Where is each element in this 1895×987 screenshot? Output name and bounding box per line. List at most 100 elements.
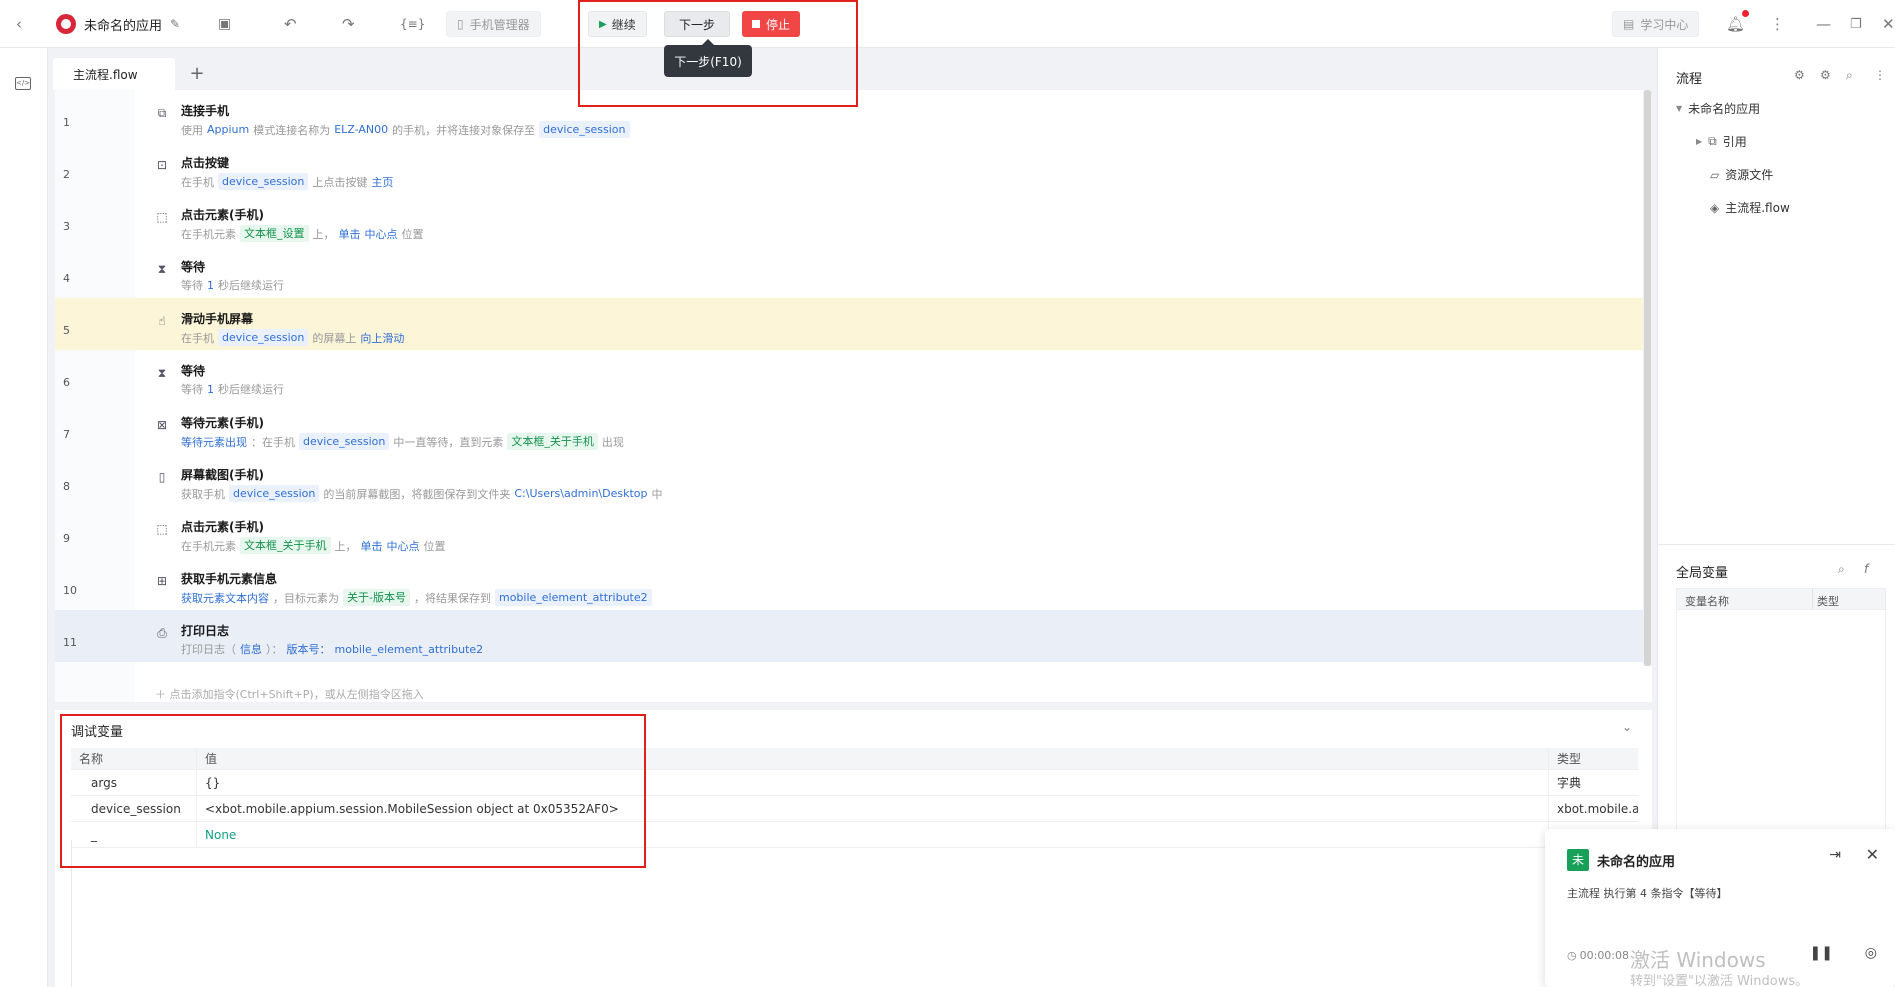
step-param[interactable]: 获取元素文本内容 [181,590,269,606]
step-text: 的手机，并将连接对象保存至 [392,123,536,137]
step-param[interactable]: 中心点 [365,226,398,242]
step-text: 的当前屏幕截图，将截图保存到文件夹 [323,487,511,501]
step-param[interactable]: device_session [229,485,320,502]
step-param[interactable]: 文本框_关于手机 [507,433,598,450]
settings-icon[interactable]: ◎ [1865,945,1877,961]
step-param[interactable]: mobile_element_attribute2 [494,589,652,606]
tree-item-resources[interactable]: ▱ 资源文件 [1710,166,1773,183]
function-icon[interactable]: f [1864,562,1868,576]
app-window: ‹ 未命名的应用 ✎ ▣ ↶ ↷ {≡} ▯ 手机管理器 ▶ 继续 下一步 停止… [0,0,1895,987]
flow-step-row[interactable]: 6 ⧗ 等待 等待 1 秒后继续运行 [55,350,1643,402]
debug-panel-title: 调试变量 [71,725,124,740]
step-param[interactable]: device_session [218,329,309,346]
save-icon[interactable]: ▣ [218,14,231,34]
step-text: ）： [266,643,283,656]
add-tab-icon[interactable]: + [185,62,209,86]
add-resource-icon[interactable]: ⚙ [1820,68,1831,82]
next-step-button[interactable]: 下一步 [664,11,730,37]
rename-pencil-icon[interactable]: ✎ [170,14,180,34]
restore-icon[interactable]: ❐ [1850,14,1862,34]
flow-step-row[interactable]: 2 ⊡ 点击按键 在手机 device_session 上点击按键 主页 [55,142,1643,194]
phone-manager-button[interactable]: ▯ 手机管理器 [446,11,541,37]
toast-message: 主流程 执行第 4 条指令【等待】 [1567,887,1728,900]
table-row[interactable]: args {} 字典 [71,770,1638,796]
step-description: 在手机元素 文本框_关于手机 上， 单击 中心点 位置 [181,537,450,554]
flow-step-row[interactable]: 5 ☝ 滑动手机屏幕 在手机 device_session 的屏幕上 向上滑动 [55,298,1643,350]
step-text: ：在手机 [251,435,295,449]
print-log-icon: ⎙ [157,626,167,640]
close-icon[interactable]: ✕ [1882,14,1895,34]
step-param[interactable]: C:\Users\admin\Desktop [514,487,647,500]
step-description: 等待 1 秒后继续运行 [181,381,288,397]
learning-center-button[interactable]: ▤ 学习中心 [1612,11,1700,37]
step-param[interactable]: 1 [207,383,214,396]
step-param[interactable]: device_session [218,173,309,190]
flow-step-row[interactable]: 10 ⊞ 获取手机元素信息 获取元素文本内容 ，目标元素为 关于-版本号 ，将结果保存到 mo… [55,558,1643,610]
step-param[interactable]: 主页 [371,174,393,190]
table-row[interactable]: _ None [71,822,1638,848]
stop-label: 停止 [766,17,791,32]
code-panel-icon[interactable]: </> [15,77,31,90]
pin-to-side-icon[interactable]: ⇥ [1829,847,1841,863]
step-param[interactable]: 信息 [240,641,262,657]
search-icon[interactable]: ⌕ [1846,68,1853,83]
flow-step-row[interactable]: 1 ⧉ 连接手机 使用 Appium 模式连接名称为 ELZ-AN00 的手机，并将连接对象保… [55,90,1643,142]
step-param[interactable]: 1 [207,279,214,292]
add-flow-icon[interactable]: ⚙ [1794,68,1805,82]
editor-scrollbar[interactable] [1643,90,1652,666]
step-text: 中 [651,487,663,501]
step-param[interactable]: 向上滑动 [360,330,404,346]
step-param[interactable]: 等待元素出现 [181,434,247,450]
flow-panel-title: 流程 [1676,72,1703,87]
back-icon[interactable]: ‹ [16,14,22,34]
bell-icon[interactable]: 🔔︎ [1726,14,1745,34]
step-param[interactable]: 单击 [339,226,361,242]
tab-main-flow[interactable]: 主流程.flow [53,58,175,90]
flow-step-row[interactable]: 3 ⬚ 点击元素(手机) 在手机元素 文本框_设置 上， 单击 中心点 位置 [55,194,1643,246]
toast-timer: ◷ 00:00:08 [1567,949,1629,962]
pause-icon[interactable]: ❚❚ [1810,945,1833,961]
flow-step-row[interactable]: 4 ⧗ 等待 等待 1 秒后继续运行 [55,246,1643,298]
continue-button[interactable]: ▶ 继续 [588,11,647,37]
play-icon: ▶ [599,18,607,30]
flow-step-row[interactable]: 11 ⎙ 打印日志 打印日志（ 信息 ）： 版本号： mobile_element_attri… [55,610,1643,662]
activation-watermark: 激活 Windows [1630,948,1766,972]
step-param[interactable]: 文本框_设置 [240,225,309,242]
column-separator [1812,589,1813,609]
step-param[interactable]: 文本框_关于手机 [240,537,331,554]
search-icon[interactable]: ⌕ [1838,562,1845,577]
undo-icon[interactable]: ↶ [284,14,297,34]
add-instruction-hint[interactable]: ＋ 点击添加指令(Ctrl+Shift+P)，或从左侧指令区拖入 [155,686,424,702]
step-title: 获取手机元素信息 [181,572,278,586]
step-title: 点击元素(手机) [181,520,264,534]
table-row[interactable]: device_session <xbot.mobile.appium.sessi… [71,796,1638,822]
stop-button[interactable]: 停止 [742,11,801,37]
step-param[interactable]: 单击 [361,538,383,554]
step-param[interactable]: mobile_element_attribute2 [335,643,484,656]
flow-step-row[interactable]: 8 ▯ 屏幕截图(手机) 获取手机 device_session 的当前屏幕截图，将截图保… [55,454,1643,506]
step-param[interactable]: device_session [539,121,630,138]
step-param[interactable]: Appium [207,123,249,136]
tree-root-app[interactable]: ▼ 未命名的应用 [1676,100,1760,117]
line-number: 1 [63,116,70,129]
more-vertical-icon[interactable]: ⋮ [1770,14,1785,34]
step-param[interactable]: 中心点 [387,538,420,554]
book-icon: ▤ [1623,17,1635,31]
variables-brace-icon[interactable]: {≡} [400,14,425,34]
tree-item-references[interactable]: ▶ ⧉ 引用 [1696,133,1747,150]
step-param[interactable]: 关于-版本号 [343,589,410,606]
redo-icon[interactable]: ↷ [342,14,355,34]
tree-item-main-flow[interactable]: ◈ 主流程.flow [1710,199,1790,216]
flow-step-row[interactable]: 9 ⬚ 点击元素(手机) 在手机元素 文本框_关于手机 上， 单击 中心点 位置 [55,506,1643,558]
flow-step-row[interactable]: 7 ⊠ 等待元素(手机) 等待元素出现 ：在手机 device_session 中一直等待，… [55,402,1643,454]
more-vertical-icon[interactable]: ⋮ [1874,68,1886,82]
minimize-icon[interactable]: — [1816,14,1831,34]
close-icon[interactable]: ✕ [1866,845,1879,864]
step-param[interactable]: ELZ-AN00 [334,123,388,136]
click-key-icon: ⊡ [156,158,168,172]
step-description: 等待元素出现 ：在手机 device_session 中一直等待，直到元素 文本框_关于… [181,433,628,450]
step-param[interactable]: device_session [299,433,390,450]
collapse-chevron-icon[interactable]: ⌄ [1622,720,1632,734]
step-text: ，目标元素为 [273,591,339,605]
step-param[interactable]: 版本号： [287,641,331,657]
